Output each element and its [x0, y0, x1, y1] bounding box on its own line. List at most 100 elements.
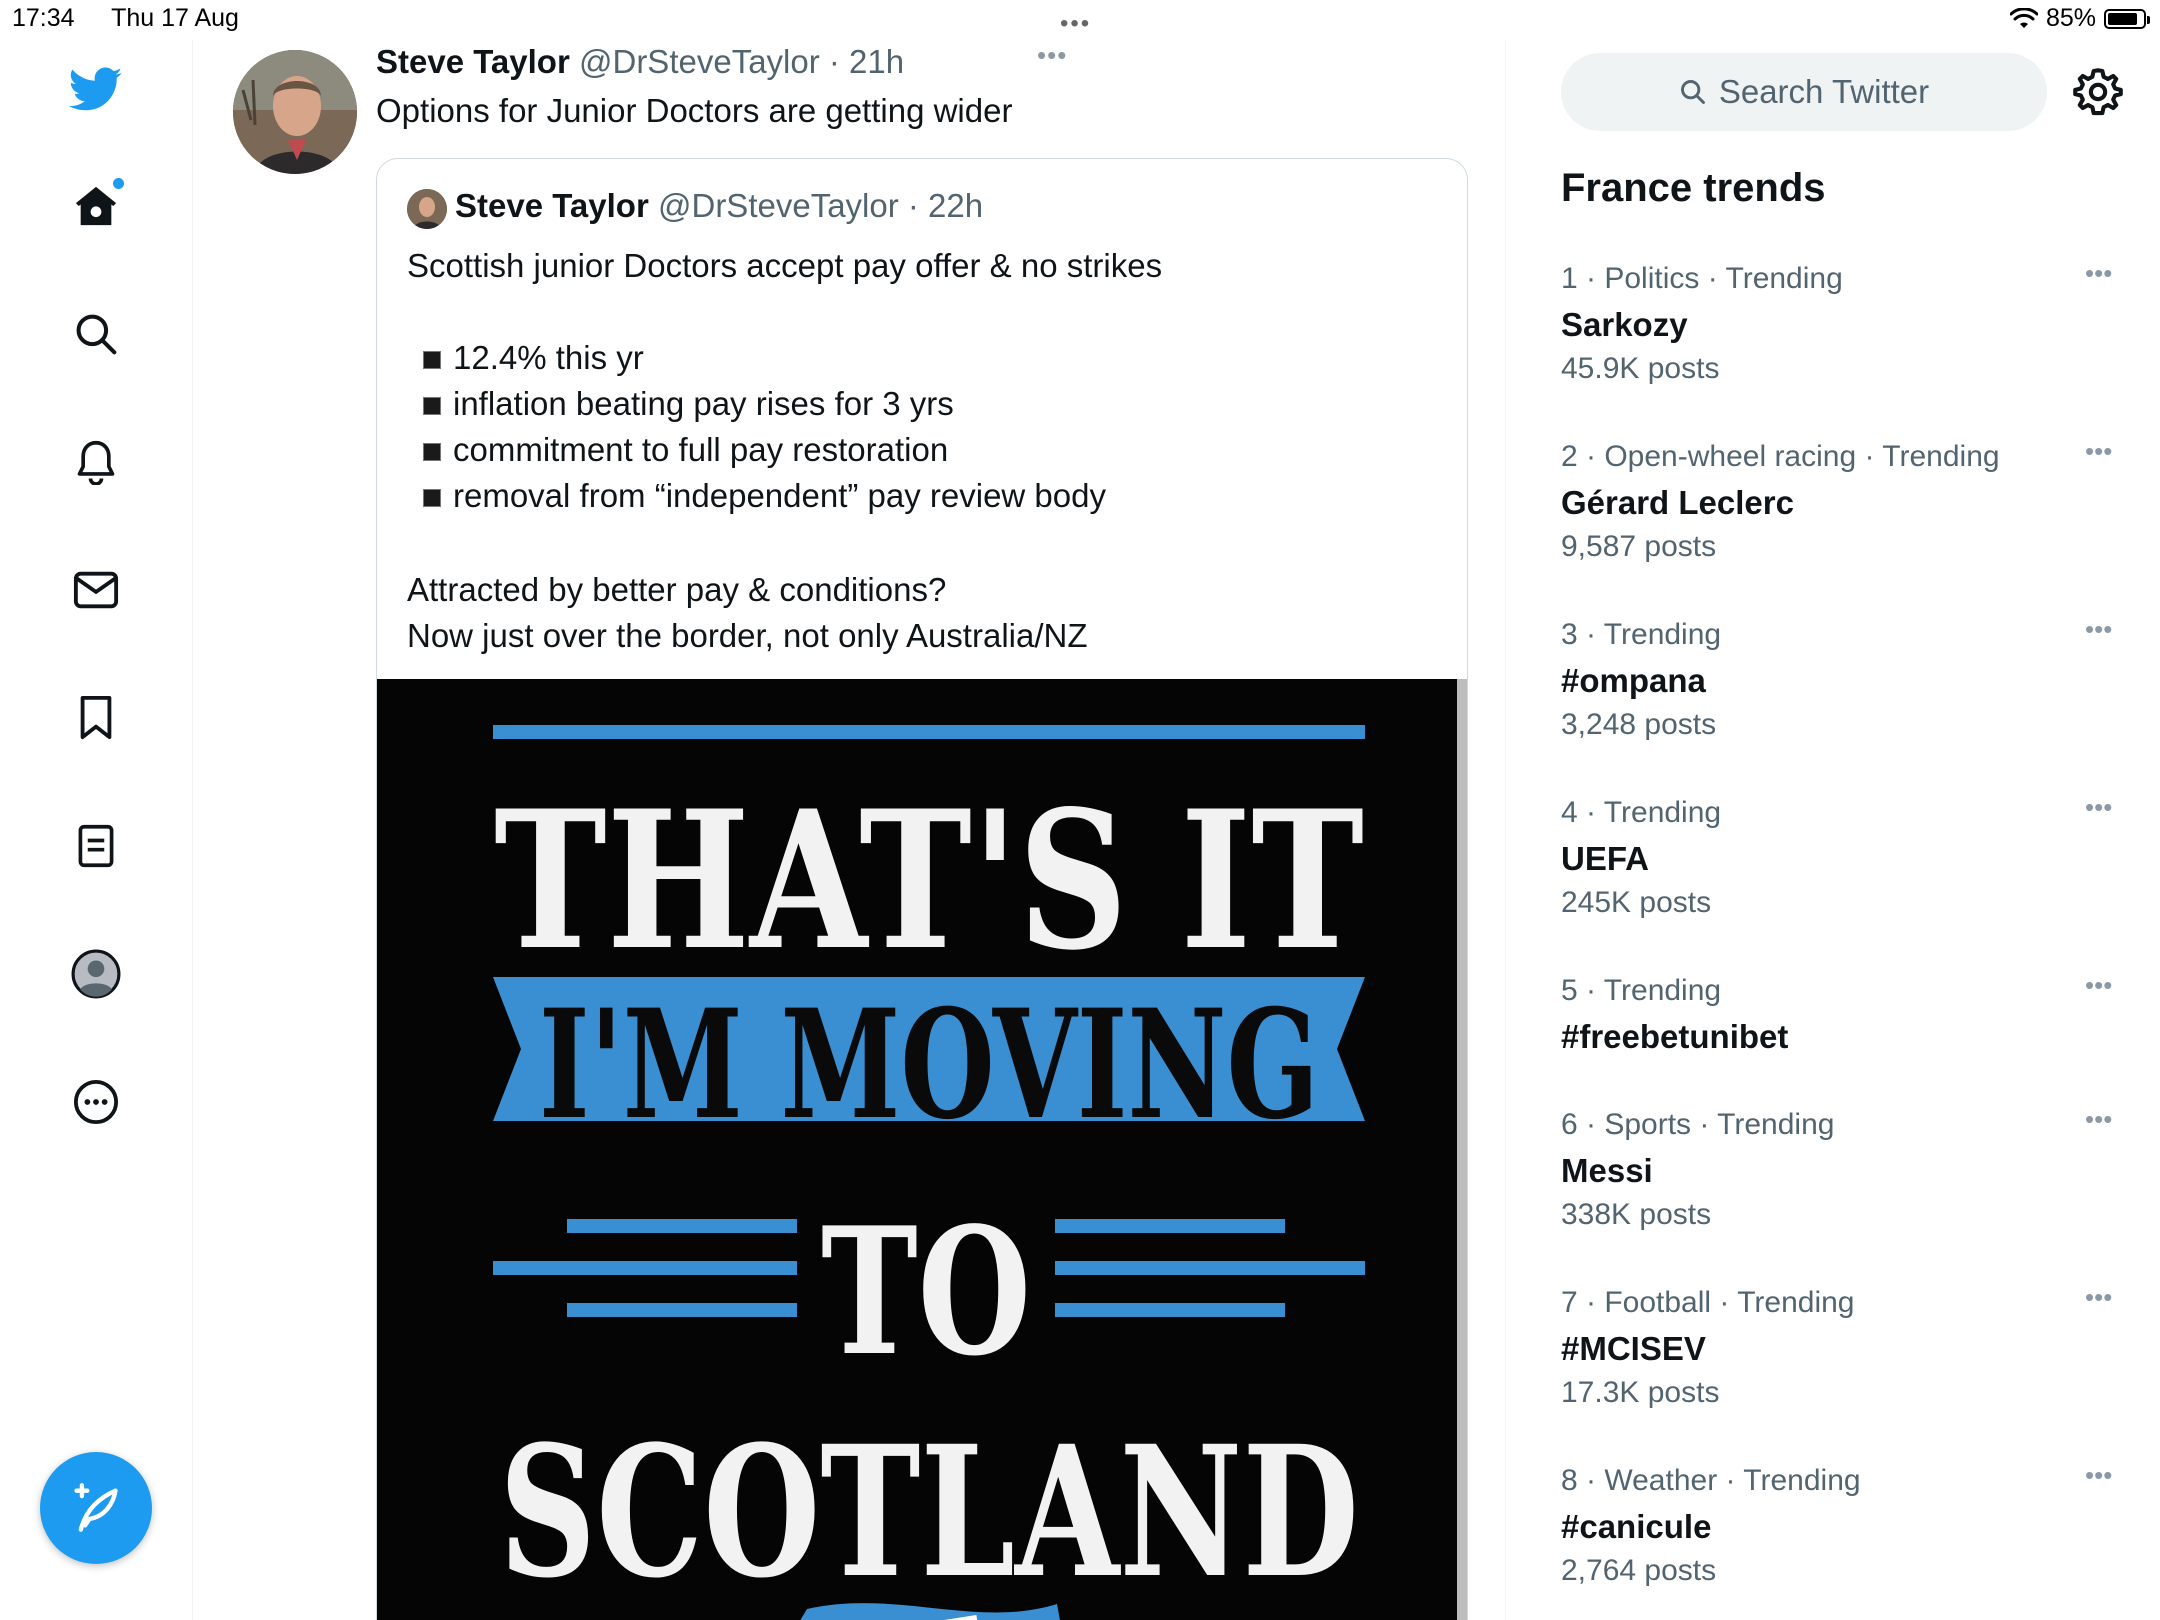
trend-more-icon[interactable]: •••: [2085, 1460, 2112, 1491]
trend-count: 45.9K posts: [1561, 352, 1720, 385]
bullet-square-icon: [423, 351, 441, 369]
timeline: Steve Taylor @DrSteveTaylor · 21h ••• Op…: [193, 40, 1506, 1620]
trend-count: 9,587 posts: [1561, 530, 1717, 563]
bullet-square-icon: [423, 443, 441, 461]
battery-fill: [2108, 12, 2137, 25]
profile-avatar-icon: [71, 949, 121, 999]
nav-messages[interactable]: [60, 554, 132, 626]
quoted-tweet[interactable]: Steve Taylor @DrSteveTaylor · 22h Scotti…: [376, 158, 1468, 1620]
quoted-bullet-item: commitment to full pay restoration: [453, 431, 949, 468]
bullet-square-icon: [423, 489, 441, 507]
tweet-time[interactable]: 21h: [849, 43, 904, 80]
trend-meta: 1 · Politics · Trending: [1561, 262, 1843, 295]
status-time: 17:34: [12, 4, 75, 32]
trend-name: Gérard Leclerc: [1561, 484, 1794, 521]
poster-line-4: SCOTLAND: [499, 1407, 1359, 1618]
trend-item[interactable]: 7 · Football · Trending #MCISEV 17.3K po…: [1561, 1282, 2121, 1456]
nav-notifications[interactable]: [60, 426, 132, 498]
status-date: Thu 17 Aug: [111, 4, 239, 32]
battery-icon: [2104, 8, 2150, 29]
trend-more-icon[interactable]: •••: [2085, 614, 2112, 645]
trend-meta: 5 · Trending: [1561, 974, 1722, 1007]
trend-name: #freebetunibet: [1561, 1018, 1789, 1055]
trend-item[interactable]: 6 · Sports · Trending Messi 338K posts •…: [1561, 1104, 2121, 1278]
bookmark-icon: [80, 695, 112, 740]
settings-gear-icon[interactable]: [2072, 66, 2124, 118]
author-handle[interactable]: @DrSteveTaylor: [579, 43, 820, 80]
nav-lists[interactable]: [60, 810, 132, 882]
right-sidebar: Search Twitter France trends 1 · Politic…: [1506, 40, 2160, 1620]
trend-meta: 7 · Football · Trending: [1561, 1286, 1855, 1319]
sidebar-nav: [0, 40, 193, 1620]
quoted-author-name: Steve Taylor: [455, 187, 649, 224]
bullet-square-icon: [423, 397, 441, 415]
quoted-bullet-item: inflation beating pay rises for 3 yrs: [453, 385, 954, 422]
trend-name: #ompana: [1561, 662, 1706, 699]
quoted-text-line: Scottish junior Doctors accept pay offer…: [407, 247, 1163, 284]
trend-meta: 3 · Trending: [1561, 618, 1722, 651]
nav-explore[interactable]: [60, 298, 132, 370]
quoted-bullet-item: removal from “independent” pay review bo…: [453, 477, 1106, 514]
trend-item[interactable]: 1 · Politics · Trending Sarkozy 45.9K po…: [1561, 258, 2121, 432]
tweet-header: Steve Taylor @DrSteveTaylor · 21h: [376, 43, 905, 80]
bell-icon: [77, 440, 115, 485]
trend-count: 17.3K posts: [1561, 1376, 1720, 1409]
wifi-icon: [2009, 7, 2038, 28]
trend-more-icon[interactable]: •••: [2085, 258, 2112, 289]
trend-count: 338K posts: [1561, 1198, 1712, 1231]
compose-tweet-button[interactable]: [40, 1452, 152, 1564]
trend-name: Sarkozy: [1561, 306, 1688, 343]
nav-more[interactable]: [60, 1066, 132, 1138]
trend-name: #canicule: [1561, 1508, 1712, 1545]
multitasking-dots-icon[interactable]: •••: [1060, 10, 1091, 38]
nav-profile[interactable]: [60, 938, 132, 1010]
quoted-text-line: Attracted by better pay & conditions?: [407, 571, 947, 608]
trend-item[interactable]: 4 · Trending UEFA 245K posts •••: [1561, 792, 2121, 966]
poster-line-3: TO: [821, 1190, 1031, 1395]
lists-icon: [78, 824, 114, 868]
search-icon: [1680, 80, 1705, 104]
status-indicators: 85%: [2009, 4, 2150, 33]
quoted-text-line: Now just over the border, not only Austr…: [407, 617, 1088, 654]
quoted-author-handle: @DrSteveTaylor: [657, 187, 899, 224]
image-edge: [1457, 679, 1467, 1620]
trend-more-icon[interactable]: •••: [2085, 1104, 2112, 1135]
trend-more-icon[interactable]: •••: [2085, 970, 2112, 1001]
trend-count: 245K posts: [1561, 886, 1712, 919]
quoted-author-avatar: [407, 189, 447, 229]
trend-item[interactable]: 2 · Open-wheel racing · Trending Gérard …: [1561, 436, 2121, 610]
battery-percent: 85%: [2045, 4, 2096, 32]
author-name[interactable]: Steve Taylor: [376, 43, 570, 80]
trends-title: France trends: [1561, 166, 1826, 210]
tweet-more-icon[interactable]: •••: [1037, 40, 1067, 71]
more-circle-icon: [73, 1079, 119, 1125]
compose-feather-icon: [74, 1483, 118, 1532]
quoted-tweet-time: 22h: [928, 187, 984, 224]
search-icon: [76, 314, 117, 355]
trend-meta: 6 · Sports · Trending: [1561, 1108, 1835, 1141]
trend-more-icon[interactable]: •••: [2085, 1282, 2112, 1313]
trend-count: 3,248 posts: [1561, 708, 1717, 741]
nav-bookmarks[interactable]: [60, 682, 132, 754]
trend-meta: 2 · Open-wheel racing · Trending: [1561, 440, 2000, 473]
search-input[interactable]: Search Twitter: [1561, 53, 2047, 131]
trend-count: 2,764 posts: [1561, 1554, 1717, 1587]
search-placeholder: Search Twitter: [1718, 73, 1930, 110]
trend-meta: 8 · Weather · Trending: [1561, 1464, 1861, 1497]
quoted-tweet-image[interactable]: THAT'S IT I'M MOVING TO SCOTLAND: [377, 679, 1457, 1620]
trend-name: Messi: [1561, 1152, 1653, 1189]
trend-item[interactable]: 8 · Weather · Trending #canicule 2,764 p…: [1561, 1460, 2121, 1614]
status-time-date: 17:34 Thu 17 Aug: [12, 4, 269, 33]
trend-name: #MCISEV: [1561, 1330, 1706, 1367]
author-avatar[interactable]: [233, 50, 357, 174]
tweet-text: Options for Junior Doctors are getting w…: [376, 92, 1013, 129]
notification-dot: [113, 178, 124, 189]
poster-line-2: I'M MOVING: [539, 977, 1319, 1153]
mail-icon: [73, 571, 119, 609]
trend-item[interactable]: 3 · Trending #ompana 3,248 posts •••: [1561, 614, 2121, 788]
status-bar: 17:34 Thu 17 Aug ••• 85%: [0, 0, 2160, 40]
twitter-logo-icon[interactable]: [60, 54, 132, 126]
nav-home[interactable]: [60, 170, 132, 242]
trend-more-icon[interactable]: •••: [2085, 792, 2112, 823]
trend-more-icon[interactable]: •••: [2085, 436, 2112, 467]
